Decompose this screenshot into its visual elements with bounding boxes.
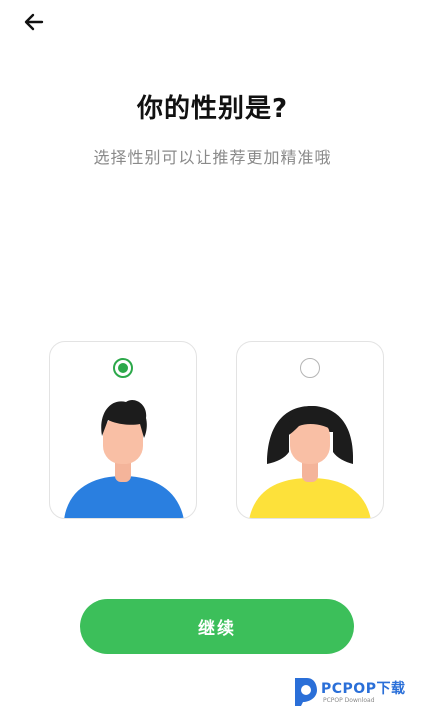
radio-male-selected[interactable] (113, 358, 133, 378)
watermark-brand: PCPOP下载 (321, 681, 406, 697)
female-avatar-icon (249, 406, 371, 518)
continue-button[interactable]: 继续 (80, 599, 354, 654)
arrow-left-icon (24, 13, 44, 31)
radio-dot (118, 363, 128, 373)
gender-option-female[interactable] (236, 341, 384, 519)
gender-selection-screen: 你的性别是? 选择性别可以让推荐更加精准哦 继续 PCPOP下载 PCPOP D… (0, 0, 425, 720)
male-avatar-icon (64, 399, 184, 518)
pcpop-logo-icon (295, 678, 317, 706)
gender-option-male[interactable] (49, 341, 197, 519)
watermark-sub: PCPOP Download (323, 697, 375, 704)
page-title: 你的性别是? (136, 94, 289, 124)
page-subtitle: 选择性别可以让推荐更加精准哦 (93, 148, 332, 167)
radio-female-unselected[interactable] (300, 358, 320, 378)
watermark-logo: PCPOP下载 PCPOP Download (291, 672, 421, 716)
continue-button-label: 继续 (198, 619, 236, 639)
back-button[interactable] (18, 8, 50, 36)
